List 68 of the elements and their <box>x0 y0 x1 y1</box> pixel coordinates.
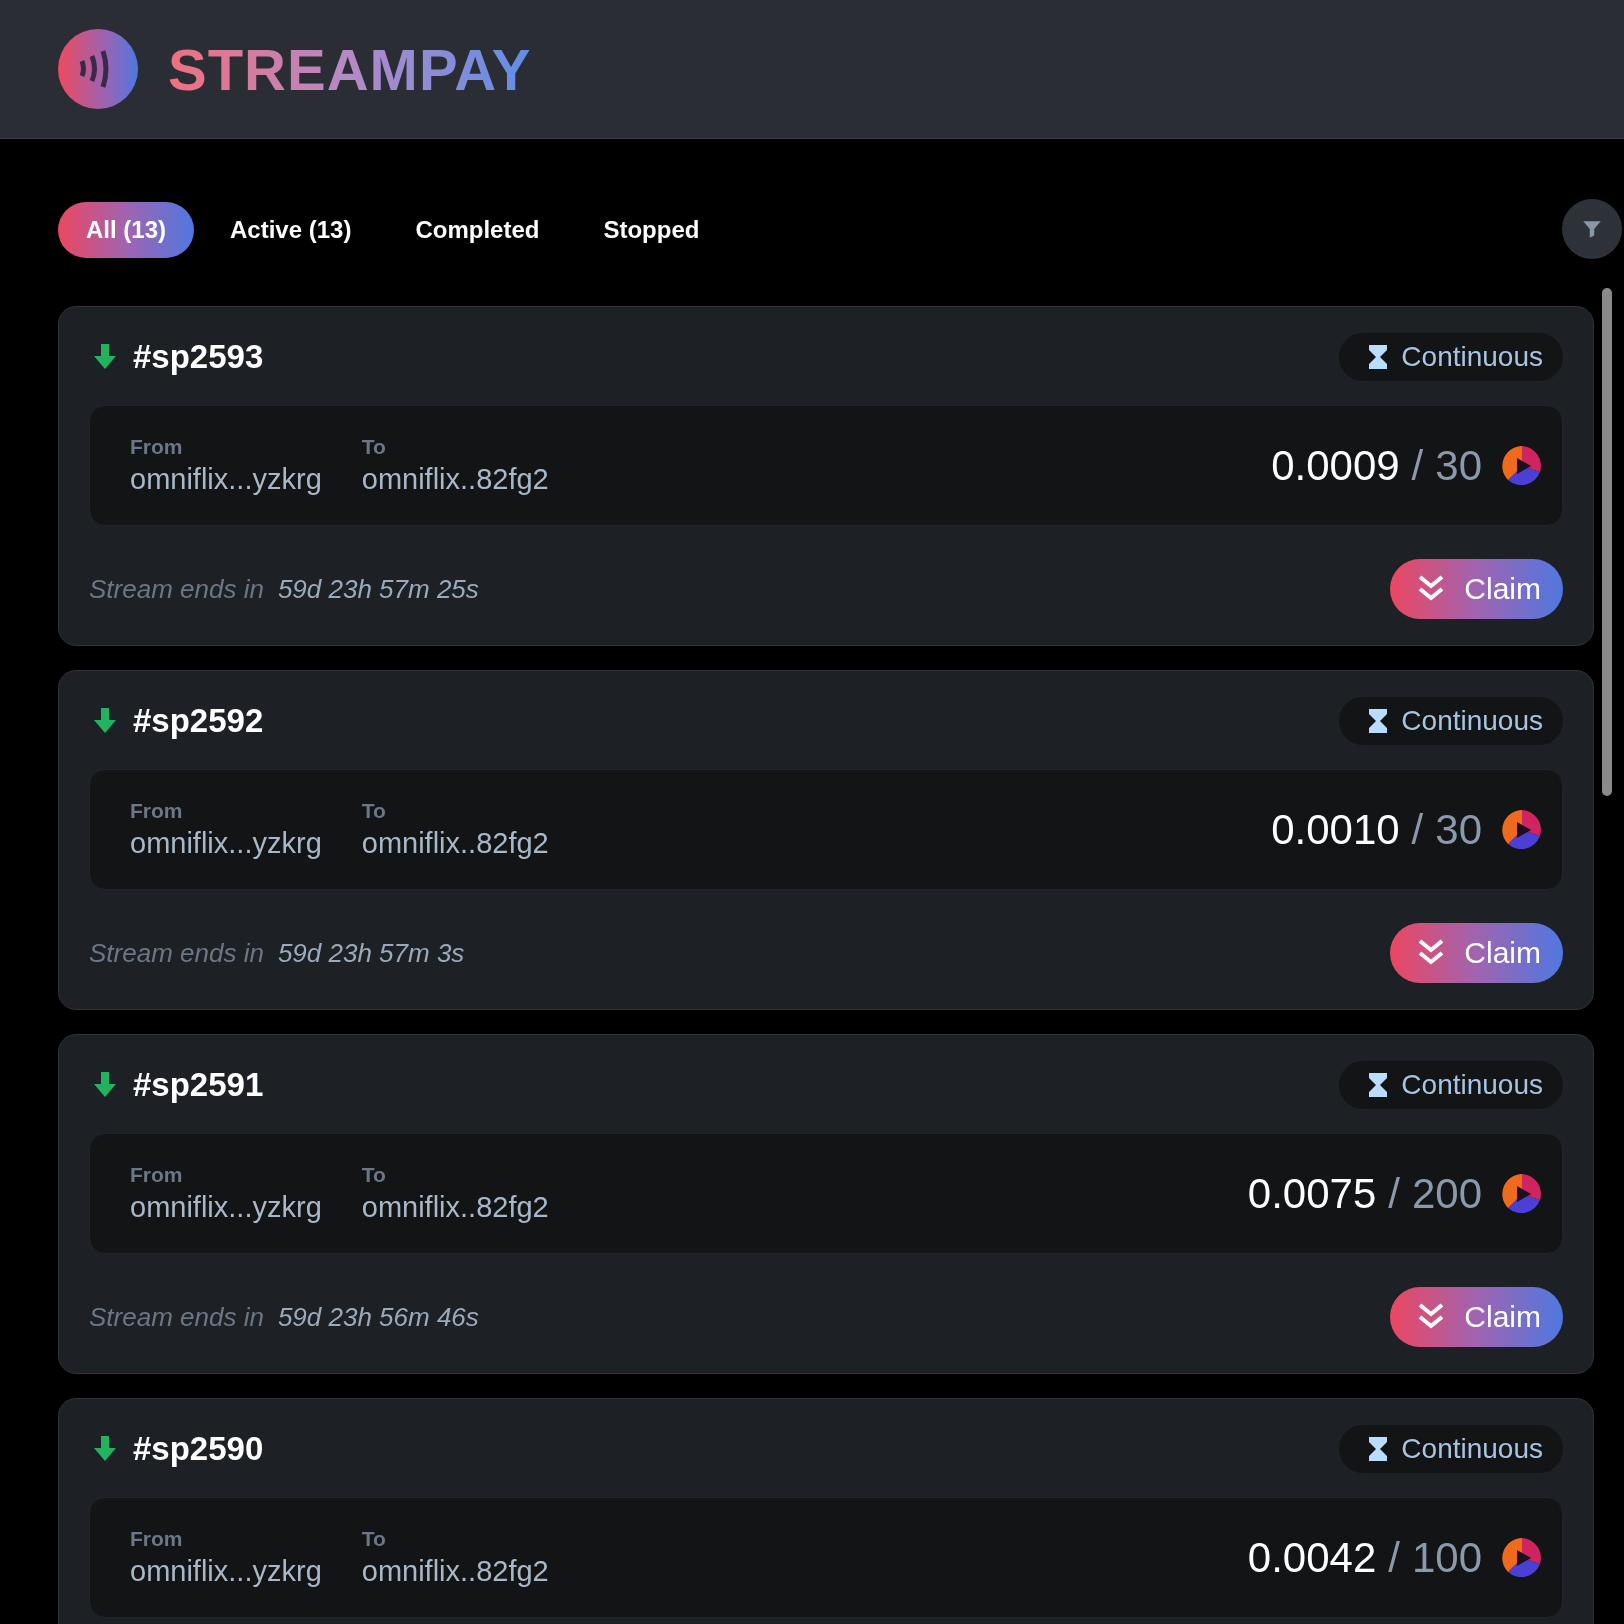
address-label: From <box>130 799 184 823</box>
address-value: omniflix..82fg2 <box>361 1191 549 1224</box>
address-value: omniflix..82fg2 <box>361 463 549 496</box>
down-arrow-icon <box>93 344 117 370</box>
filter-icon <box>1581 218 1603 240</box>
countdown: 59d 23h 57m 3s <box>277 937 465 969</box>
ends-label: Stream ends in <box>89 573 264 605</box>
stream-id: #sp2591 <box>133 1066 264 1104</box>
amount-separator: / <box>1388 1533 1400 1582</box>
address-value: omniflix..82fg2 <box>361 827 549 860</box>
double-chevron-icon <box>1418 575 1445 603</box>
total-amount: 100 <box>1411 1533 1482 1582</box>
token-icon <box>1502 1537 1542 1578</box>
token-icon <box>1502 809 1542 850</box>
double-chevron-icon <box>1418 1303 1445 1331</box>
total-amount: 30 <box>1435 805 1482 854</box>
hourglass-icon <box>1369 709 1388 733</box>
amount-separator: / <box>1411 805 1424 854</box>
filter-button[interactable] <box>1562 199 1622 259</box>
address-value: omniflix..82fg2 <box>361 1555 549 1588</box>
address-label: From <box>130 1527 184 1551</box>
down-arrow-icon <box>93 1436 117 1462</box>
address-label: To <box>361 1527 387 1551</box>
stream-id: #sp2590 <box>133 1430 264 1468</box>
double-chevron-icon <box>1418 939 1445 967</box>
filter-tab[interactable]: Completed <box>387 202 568 258</box>
stream-id: #sp2593 <box>133 338 264 376</box>
type-badge: Continuous <box>1339 1061 1563 1109</box>
down-arrow-icon <box>93 708 117 734</box>
address-label: From <box>130 1163 184 1187</box>
address-value: omniflix...yzkrg <box>130 1191 322 1224</box>
filter-tab[interactable]: Stopped <box>575 202 728 258</box>
streamed-amount: 0.0042 <box>1247 1533 1377 1582</box>
filter-tab[interactable]: Active (13) <box>202 202 380 258</box>
claim-button[interactable]: Claim <box>1390 559 1563 619</box>
ends-label: Stream ends in <box>89 1301 264 1333</box>
countdown: 59d 23h 56m 46s <box>277 1301 479 1333</box>
claim-button[interactable]: Claim <box>1390 1287 1563 1347</box>
logo-icon <box>58 29 138 109</box>
ends-label: Stream ends in <box>89 937 264 969</box>
total-amount: 30 <box>1435 441 1482 490</box>
type-badge: Continuous <box>1339 333 1563 381</box>
amount-separator: / <box>1411 441 1424 490</box>
address-label: From <box>130 435 184 459</box>
token-icon <box>1502 445 1542 486</box>
address-value: omniflix...yzkrg <box>130 463 322 496</box>
claim-button[interactable]: Claim <box>1390 923 1563 983</box>
token-icon <box>1502 1173 1542 1214</box>
amount-separator: / <box>1388 1169 1400 1218</box>
address-label: To <box>361 435 387 459</box>
down-arrow-icon <box>93 1072 117 1098</box>
scrollbar[interactable] <box>1602 288 1612 796</box>
address-label: To <box>361 799 387 823</box>
streamed-amount: 0.0075 <box>1247 1169 1377 1218</box>
type-badge: Continuous <box>1339 697 1563 745</box>
total-amount: 200 <box>1411 1169 1482 1218</box>
streamed-amount: 0.0009 <box>1271 441 1400 490</box>
type-badge: Continuous <box>1339 1425 1563 1473</box>
stream-id: #sp2592 <box>133 702 264 740</box>
countdown: 59d 23h 57m 25s <box>277 573 479 605</box>
hourglass-icon <box>1369 345 1388 369</box>
address-value: omniflix...yzkrg <box>130 1555 322 1588</box>
filter-tab[interactable]: All (13) <box>58 202 194 258</box>
address-label: To <box>361 1163 387 1187</box>
address-value: omniflix...yzkrg <box>130 827 322 860</box>
hourglass-icon <box>1369 1073 1388 1097</box>
hourglass-icon <box>1369 1437 1388 1461</box>
streamed-amount: 0.0010 <box>1271 805 1400 854</box>
